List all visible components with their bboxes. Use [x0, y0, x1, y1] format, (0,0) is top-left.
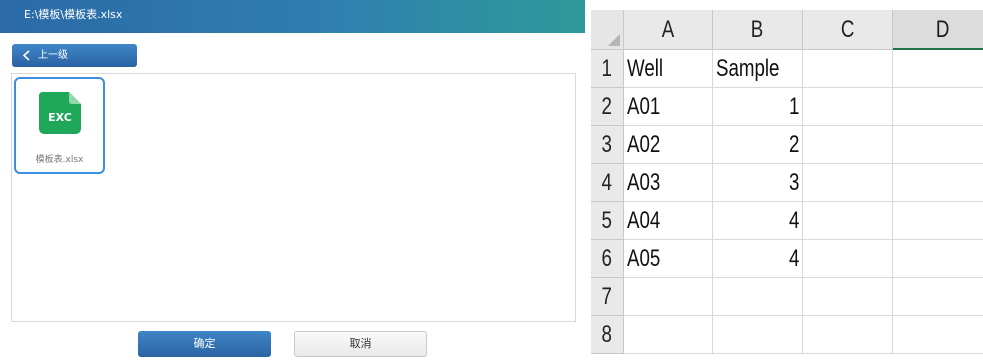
column-header-label: A: [661, 16, 675, 43]
cell-d2[interactable]: [893, 88, 983, 126]
row-header-7[interactable]: 7: [591, 278, 624, 316]
cell-a2[interactable]: A01: [624, 88, 713, 126]
row-header-5[interactable]: 5: [591, 202, 624, 240]
cell-value: A04: [627, 207, 661, 234]
cell-d4[interactable]: [893, 164, 983, 202]
cell-d8[interactable]: [893, 316, 983, 354]
cell-value: 3: [788, 169, 799, 196]
dialog-titlebar: E:\模板\模板表.xlsx: [0, 0, 585, 33]
cell-value: 2: [788, 131, 799, 158]
back-button[interactable]: 上一级: [12, 44, 137, 67]
cell-b8[interactable]: [713, 316, 803, 354]
cell-value: Well: [627, 55, 664, 82]
cell-a3[interactable]: A02: [624, 126, 713, 164]
cell-value: 4: [788, 207, 799, 234]
file-icon-text: EXC: [48, 111, 72, 124]
row-header-label: 3: [601, 131, 613, 158]
cell-c5[interactable]: [803, 202, 893, 240]
confirm-button[interactable]: 确定: [138, 331, 271, 357]
cell-value: A03: [627, 169, 661, 196]
row-header-label: 1: [601, 55, 613, 82]
cell-b2[interactable]: 1: [713, 88, 803, 126]
file-name: 模板表.xlsx: [35, 155, 84, 165]
excel-file-icon: EXC: [39, 92, 81, 134]
row-header-label: 5: [601, 207, 613, 234]
cell-d1[interactable]: [893, 50, 983, 88]
cell-c2[interactable]: [803, 88, 893, 126]
select-all-corner[interactable]: [591, 10, 624, 50]
cell-value: A01: [627, 93, 661, 120]
dialog-title: E:\模板\模板表.xlsx: [24, 8, 123, 21]
row-header-label: 6: [601, 245, 613, 272]
cell-c7[interactable]: [803, 278, 893, 316]
cell-c1[interactable]: [803, 50, 893, 88]
row-header-1[interactable]: 1: [591, 50, 624, 88]
row-header-6[interactable]: 6: [591, 240, 624, 278]
cell-value: A02: [627, 131, 661, 158]
cell-c6[interactable]: [803, 240, 893, 278]
cell-b5[interactable]: 4: [713, 202, 803, 240]
cell-c3[interactable]: [803, 126, 893, 164]
cancel-button[interactable]: 取消: [294, 331, 427, 357]
column-header-a[interactable]: A: [624, 10, 713, 50]
column-header-b[interactable]: B: [713, 10, 803, 50]
cell-b7[interactable]: [713, 278, 803, 316]
row-header-2[interactable]: 2: [591, 88, 624, 126]
cell-value: Sample: [716, 55, 780, 82]
cell-a6[interactable]: A05: [624, 240, 713, 278]
cell-d7[interactable]: [893, 278, 983, 316]
cell-value: 1: [788, 93, 799, 120]
back-button-label: 上一级: [38, 50, 68, 61]
cell-b3[interactable]: 2: [713, 126, 803, 164]
cell-value: A05: [627, 245, 661, 272]
column-header-label: D: [935, 16, 950, 43]
cell-value: 4: [788, 245, 799, 272]
row-header-label: 4: [601, 169, 613, 196]
file-dialog: E:\模板\模板表.xlsx 上一级 EXC 模板表.xlsx 确定 取消: [0, 0, 588, 363]
cell-c8[interactable]: [803, 316, 893, 354]
file-item[interactable]: EXC 模板表.xlsx: [14, 77, 105, 174]
chevron-left-icon: [22, 50, 30, 61]
cell-c4[interactable]: [803, 164, 893, 202]
select-all-triangle-icon: [608, 34, 620, 46]
column-header-label: C: [840, 16, 855, 43]
cell-d5[interactable]: [893, 202, 983, 240]
cell-a5[interactable]: A04: [624, 202, 713, 240]
cell-b4[interactable]: 3: [713, 164, 803, 202]
column-header-label: B: [751, 16, 764, 43]
column-header-d[interactable]: D: [893, 10, 983, 50]
cell-b6[interactable]: 4: [713, 240, 803, 278]
row-header-label: 8: [601, 321, 613, 348]
row-header-label: 2: [601, 93, 613, 120]
cell-b1[interactable]: Sample: [713, 50, 803, 88]
cell-d6[interactable]: [893, 240, 983, 278]
cell-a7[interactable]: [624, 278, 713, 316]
cell-d3[interactable]: [893, 126, 983, 164]
cell-a4[interactable]: A03: [624, 164, 713, 202]
row-header-label: 7: [601, 283, 613, 310]
column-header-c[interactable]: C: [803, 10, 893, 50]
row-header-3[interactable]: 3: [591, 126, 624, 164]
cell-a8[interactable]: [624, 316, 713, 354]
row-header-8[interactable]: 8: [591, 316, 624, 354]
file-browser-area: EXC 模板表.xlsx: [11, 73, 576, 322]
spreadsheet: A B C D 1 Well Sample 2 A01 1 3 A02 2 4 A03 3 5 A04 4 6 A05 4…: [591, 0, 983, 363]
cell-a1[interactable]: Well: [624, 50, 713, 88]
row-header-4[interactable]: 4: [591, 164, 624, 202]
